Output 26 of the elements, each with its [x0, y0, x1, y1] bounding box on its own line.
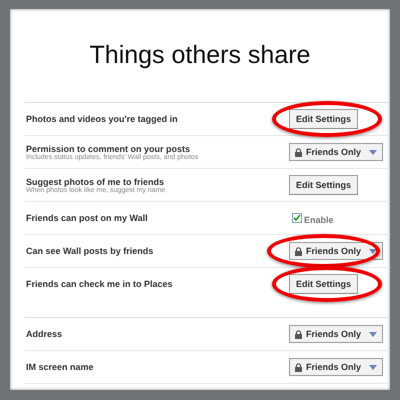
lock-icon — [295, 330, 302, 338]
setting-label: Address — [26, 329, 62, 339]
page-title: Things others share — [90, 41, 310, 70]
privacy-dropdown[interactable]: Friends Only — [289, 358, 384, 376]
caret-icon — [369, 332, 378, 336]
setting-label: Can see Wall posts by friends — [26, 246, 154, 256]
checkbox[interactable] — [292, 213, 302, 223]
privacy-dropdown[interactable]: Friends Only — [289, 242, 384, 260]
setting-label: Photos and videos you're tagged in — [26, 114, 178, 124]
lock-icon — [295, 246, 302, 256]
setting-label: Friends can post on my Wall — [26, 213, 148, 223]
checkbox-label: Enable — [304, 214, 334, 224]
lock-icon — [295, 362, 302, 372]
caret-icon — [369, 150, 378, 154]
edit-settings-button[interactable]: Edit Settings — [289, 274, 358, 294]
setting-label: Suggest photos of me to friends — [26, 176, 166, 186]
edit-settings-button[interactable]: Edit Settings — [289, 175, 358, 195]
privacy-dropdown[interactable]: Friends Only — [289, 143, 384, 161]
caret-icon — [369, 248, 378, 254]
privacy-dropdown[interactable]: Friends Only — [289, 325, 384, 343]
setting-label: IM screen name — [26, 362, 94, 372]
edit-settings-button[interactable]: Edit Settings — [289, 109, 358, 129]
caret-icon — [369, 364, 378, 370]
setting-label: Permission to comment on your posts — [26, 144, 190, 154]
setting-label: Friends can check me in to Places — [26, 279, 173, 289]
lock-icon — [295, 148, 302, 156]
